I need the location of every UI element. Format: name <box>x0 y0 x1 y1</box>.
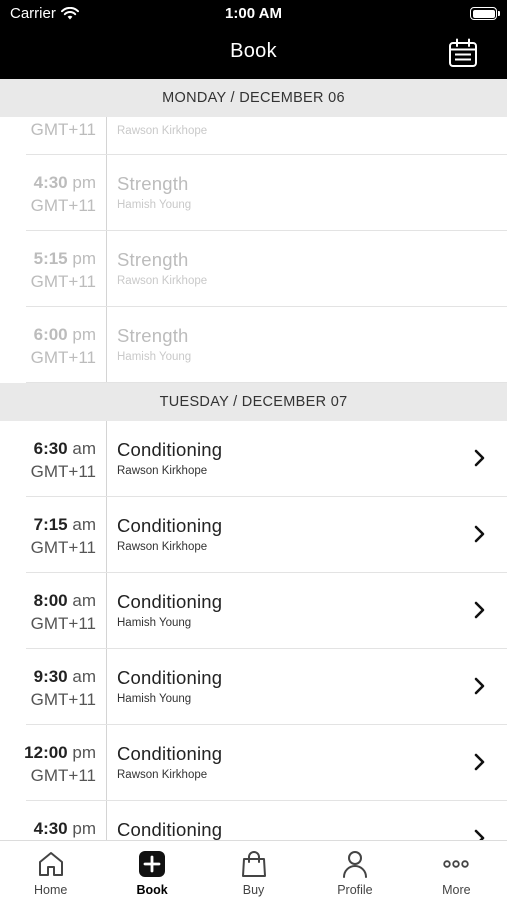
class-info: Strength Hamish Young <box>117 325 191 363</box>
chevron-right-icon[interactable] <box>473 449 487 467</box>
timezone-label: GMT+11 <box>30 120 96 139</box>
timezone-label: GMT+11 <box>30 462 96 481</box>
tab-buy[interactable]: Buy <box>203 841 304 900</box>
time-column: 7:15 am GMT+11 <box>0 497 107 573</box>
instructor-name: Rawson Kirkhope <box>117 769 208 781</box>
tab-bar: Home Book Buy Profile More <box>0 840 507 900</box>
class-info: Strength Hamish Young <box>117 173 191 211</box>
timezone-label: GMT+11 <box>30 690 96 709</box>
start-time: 4:30 pm <box>33 819 96 838</box>
time-column: 8:00 am GMT+11 <box>0 573 107 649</box>
class-name: Strength <box>117 325 189 346</box>
class-list[interactable]: MONDAY / DECEMBER 06 GMT+11 Rawson Kirkh… <box>0 79 507 840</box>
time-column: 12:00 pm GMT+11 <box>0 725 107 801</box>
page-title: Book <box>230 40 277 62</box>
tab-home[interactable]: Home <box>0 841 101 900</box>
time-column: 6:30 am GMT+11 <box>0 421 107 497</box>
chevron-right-icon[interactable] <box>473 753 487 771</box>
shopping-bag-icon <box>241 851 266 877</box>
time-column: 4:30 pm <box>0 801 107 840</box>
start-time: 8:00 am <box>33 591 96 610</box>
tab-profile[interactable]: Profile <box>304 841 405 900</box>
chevron-right-icon[interactable] <box>473 829 487 840</box>
timezone-label: GMT+11 <box>30 766 96 785</box>
tab-label: More <box>442 883 471 897</box>
class-info: Conditioning <box>117 819 222 840</box>
more-dots-icon <box>443 860 470 868</box>
person-icon <box>342 851 367 878</box>
class-row[interactable]: 4:30 pm Conditioning <box>0 801 507 840</box>
class-name: Strength <box>117 173 189 194</box>
chevron-right-icon[interactable] <box>473 525 487 543</box>
start-time: 6:30 am <box>33 439 96 458</box>
day-header-tuesday: TUESDAY / DECEMBER 07 <box>0 383 507 421</box>
timezone-label: GMT+11 <box>30 348 96 367</box>
time-column: 6:00 pm GMT+11 <box>0 307 107 383</box>
instructor-name: Hamish Young <box>117 617 192 629</box>
battery-icon <box>470 7 500 20</box>
status-time: 1:00 AM <box>225 5 282 22</box>
class-row[interactable]: 4:30 pm GMT+11 Strength Hamish Young <box>0 155 507 231</box>
start-time: 5:15 pm <box>33 249 96 268</box>
instructor-name: Rawson Kirkhope <box>117 275 208 287</box>
class-info: Conditioning Rawson Kirkhope <box>117 743 222 781</box>
class-row[interactable]: GMT+11 Rawson Kirkhope <box>0 117 507 155</box>
instructor-name: Hamish Young <box>117 693 192 705</box>
start-time: 12:00 pm <box>24 743 96 762</box>
class-row[interactable]: 9:30 am GMT+11 Conditioning Hamish Young <box>0 649 507 725</box>
class-row[interactable]: 5:15 pm GMT+11 Strength Rawson Kirkhope <box>0 231 507 307</box>
class-row[interactable]: 8:00 am GMT+11 Conditioning Hamish Young <box>0 573 507 649</box>
status-bar: Carrier 1:00 AM <box>0 0 507 28</box>
calendar-button[interactable] <box>447 37 479 69</box>
time-column: GMT+11 <box>0 117 107 155</box>
class-info: Conditioning Rawson Kirkhope <box>117 515 222 553</box>
instructor-name: Rawson Kirkhope <box>117 541 208 553</box>
class-name: Conditioning <box>117 591 223 612</box>
class-row[interactable]: 6:30 am GMT+11 Conditioning Rawson Kirkh… <box>0 421 507 497</box>
chevron-right-icon[interactable] <box>473 677 487 695</box>
tab-book[interactable]: Book <box>101 841 202 900</box>
tab-label: Home <box>34 883 68 897</box>
tab-label: Buy <box>242 883 265 897</box>
time-column: 5:15 pm GMT+11 <box>0 231 107 307</box>
time-column: 9:30 am GMT+11 <box>0 649 107 725</box>
class-row[interactable]: 6:00 pm GMT+11 Strength Hamish Young <box>0 307 507 383</box>
timezone-label: GMT+11 <box>30 538 96 557</box>
class-name: Conditioning <box>117 439 223 460</box>
class-info: Conditioning Hamish Young <box>117 667 222 705</box>
timezone-label: GMT+11 <box>30 272 96 291</box>
day-header-monday: MONDAY / DECEMBER 06 <box>0 79 507 117</box>
instructor-name: Rawson Kirkhope <box>117 125 208 137</box>
home-icon <box>38 852 63 876</box>
class-name: Conditioning <box>117 515 223 536</box>
calendar-icon <box>449 38 477 67</box>
timezone-label: GMT+11 <box>30 196 96 215</box>
class-row[interactable]: 12:00 pm GMT+11 Conditioning Rawson Kirk… <box>0 725 507 801</box>
class-name: Strength <box>117 249 189 270</box>
time-column: 4:30 pm GMT+11 <box>0 155 107 231</box>
chevron-right-icon[interactable] <box>473 601 487 619</box>
top-header: Carrier 1:00 AM Book <box>0 0 507 79</box>
class-info: Conditioning Rawson Kirkhope <box>117 439 222 477</box>
class-info: Strength Rawson Kirkhope <box>117 249 207 287</box>
tab-more[interactable]: More <box>406 841 507 900</box>
tab-label: Book <box>136 883 168 897</box>
start-time: 6:00 pm <box>33 325 96 344</box>
plus-square-icon <box>139 851 166 877</box>
class-name: Conditioning <box>117 743 223 764</box>
class-info: Conditioning Hamish Young <box>117 591 222 629</box>
instructor-name: Hamish Young <box>117 199 192 211</box>
class-name: Conditioning <box>117 667 223 688</box>
timezone-label: GMT+11 <box>30 614 96 633</box>
start-time: 9:30 am <box>33 667 96 686</box>
instructor-name: Rawson Kirkhope <box>117 465 208 477</box>
tab-label: Profile <box>337 883 373 897</box>
start-time: 7:15 am <box>33 515 96 534</box>
start-time: 4:30 pm <box>33 173 96 192</box>
class-name: Conditioning <box>117 819 223 840</box>
class-row[interactable]: 7:15 am GMT+11 Conditioning Rawson Kirkh… <box>0 497 507 573</box>
instructor-name: Hamish Young <box>117 351 192 363</box>
